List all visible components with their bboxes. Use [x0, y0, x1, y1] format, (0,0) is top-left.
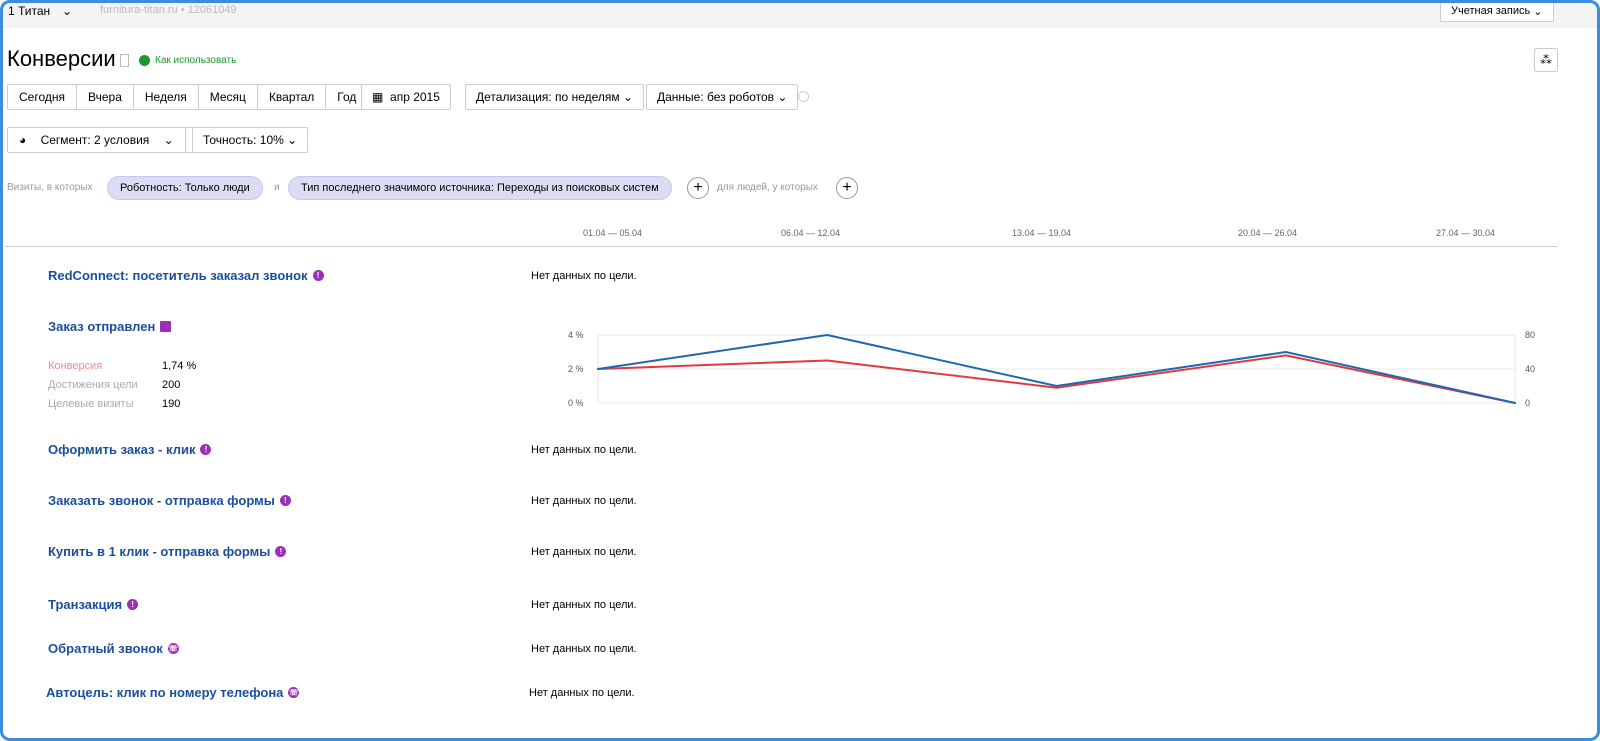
data-dropdown[interactable]: Данные: без роботов ⌄ — [646, 84, 799, 110]
goal-stats: Конверсия 1,74 % Достижения цели 200 Целев… — [48, 357, 196, 414]
week-header: 06.04 — 12.04 — [781, 228, 841, 238]
conversion-label: Конверсия — [48, 360, 103, 372]
phone-icon: ☏ — [167, 643, 179, 654]
segment-label: Сегмент: 2 условия — [40, 133, 150, 147]
period-week[interactable]: Неделя — [134, 85, 199, 109]
detail-dropdown[interactable]: Детализация: по неделям ⌄ — [465, 84, 645, 110]
bookmark-icon[interactable] — [120, 54, 129, 67]
and-label: и — [274, 182, 280, 193]
goal-name: Обратный звонок — [48, 641, 163, 656]
how-to-use-link[interactable]: Как использовать — [155, 55, 236, 66]
counter-selector[interactable]: 1 Титан — [8, 4, 50, 18]
divider — [5, 246, 1557, 247]
goal-title[interactable]: Обратный звонок ☏ — [48, 641, 179, 656]
right-tick-label: 40 — [1525, 364, 1535, 374]
filter-chip-robots[interactable]: Роботность: Только люди — [107, 176, 263, 200]
goal-name: Заказ отправлен — [48, 319, 156, 334]
segment-dropdown[interactable]: ◕ Сегмент: 2 условия ⌄ — [8, 128, 186, 152]
period-quarter[interactable]: Квартал — [258, 85, 327, 109]
alert-icon: ! — [200, 444, 212, 455]
goal-title[interactable]: Купить в 1 клик - отправка формы! — [48, 544, 287, 559]
top-bar: 1 Титан ⌄ furnitura-titan.ru • 12061049 … — [0, 0, 1600, 28]
period-yesterday[interactable]: Вчера — [77, 85, 134, 109]
info-icon — [139, 55, 150, 66]
reach-label: Достижения цели — [48, 379, 138, 391]
no-data-text: Нет данных по цели. — [531, 643, 637, 655]
date-range-button[interactable]: ▦ апр 2015 — [361, 84, 451, 110]
add-people-condition-button[interactable]: + — [836, 177, 858, 199]
data-point — [826, 359, 829, 362]
conversion-value: 1,74 % — [162, 360, 197, 372]
filter-prefix: Визиты, в которых — [7, 182, 93, 193]
goal-name: Оформить заказ - клик — [48, 442, 196, 457]
left-tick-label: 0 % — [568, 398, 584, 408]
period-month[interactable]: Месяц — [199, 85, 258, 109]
phone-icon: ☏ — [288, 687, 300, 698]
goal-title[interactable]: Заказ отправлен — [48, 319, 172, 334]
period-buttons: Сегодня Вчера Неделя Месяц Квартал Год — [7, 84, 369, 110]
settings-button[interactable]: ⁂ — [1534, 48, 1558, 72]
goal-name: Автоцель: клик по номеру телефона — [46, 685, 284, 700]
data-point — [1055, 385, 1058, 387]
no-data-text: Нет данных по цели. — [531, 495, 637, 507]
data-point — [597, 368, 599, 370]
goal-title[interactable]: Оформить заказ - клик! — [48, 442, 212, 457]
account-button[interactable]: Учетная запись ⌄ — [1440, 0, 1554, 22]
help-icon[interactable] — [798, 91, 809, 102]
week-header: 01.04 — 05.04 — [583, 228, 643, 238]
people-label: для людей, у которых — [717, 182, 818, 193]
reach-value: 200 — [162, 379, 181, 391]
no-data-text: Нет данных по цели. — [529, 687, 635, 699]
alert-icon: ! — [127, 599, 139, 610]
data-label: Данные: без роботов — [657, 90, 775, 104]
week-header: 20.04 — 26.04 — [1238, 228, 1298, 238]
no-data-text: Нет данных по цели. — [531, 599, 637, 611]
add-condition-button[interactable]: + — [687, 177, 709, 199]
detail-label: Детализация: по неделям — [476, 90, 620, 104]
data-point — [826, 334, 829, 336]
no-data-text: Нет данных по цели. — [531, 546, 637, 558]
alert-icon: ! — [275, 546, 287, 557]
no-data-text: Нет данных по цели. — [531, 270, 637, 282]
goal-name: Транзакция — [48, 597, 123, 612]
data-point — [1284, 354, 1287, 357]
goal-title[interactable]: RedConnect: посетитель заказал звонок! — [48, 268, 324, 283]
accuracy-dropdown[interactable]: Точность: 10% ⌄ — [192, 127, 309, 153]
chip-label: Роботность: Только люди — [120, 182, 250, 194]
period-today[interactable]: Сегодня — [8, 85, 77, 109]
calendar-icon: ▦ — [372, 90, 391, 104]
week-header: 13.04 — 19.04 — [1012, 228, 1072, 238]
goal-name: Заказать звонок - отправка формы — [48, 493, 275, 508]
left-tick-label: 4 % — [568, 330, 584, 340]
goal-title[interactable]: Транзакция! — [48, 597, 139, 612]
right-tick-label: 80 — [1525, 330, 1535, 340]
no-data-text: Нет данных по цели. — [531, 444, 637, 456]
goal-type-icon — [160, 321, 172, 332]
goal-name: Купить в 1 клик - отправка формы — [48, 544, 271, 559]
alert-icon: ! — [312, 270, 324, 281]
left-tick-label: 2 % — [568, 364, 584, 374]
chip-label: Тип последнего значимого источника: Пере… — [301, 182, 659, 194]
account-label: Учетная запись — [1451, 5, 1531, 17]
goal-title[interactable]: Заказать звонок - отправка формы! — [48, 493, 291, 508]
series-line-conversion — [597, 354, 1516, 404]
visits-label: Целевые визиты — [48, 398, 134, 410]
week-header: 27.04 — 30.04 — [1436, 228, 1496, 238]
accuracy-label: Точность: 10% — [203, 133, 284, 147]
date-range-label: апр 2015 — [390, 90, 440, 104]
filter-chip-source[interactable]: Тип последнего значимого источника: Пере… — [288, 176, 672, 200]
visits-value: 190 — [162, 398, 181, 410]
goal-name: RedConnect: посетитель заказал звонок — [48, 268, 308, 283]
data-point — [1514, 402, 1516, 404]
conversion-chart: 0 % 0 2 % 40 4 % 80 — [568, 330, 1535, 408]
segment-control: ◕ Сегмент: 2 условия ⌄ ✕ — [7, 127, 219, 153]
data-point — [1284, 351, 1287, 353]
right-tick-label: 0 — [1525, 398, 1530, 408]
goal-title[interactable]: Автоцель: клик по номеру телефона ☏ — [46, 685, 300, 700]
page-title: Конверсии — [7, 46, 116, 71]
site-label: furnitura-titan.ru • 12061049 — [100, 4, 237, 16]
alert-icon: ! — [279, 495, 291, 506]
